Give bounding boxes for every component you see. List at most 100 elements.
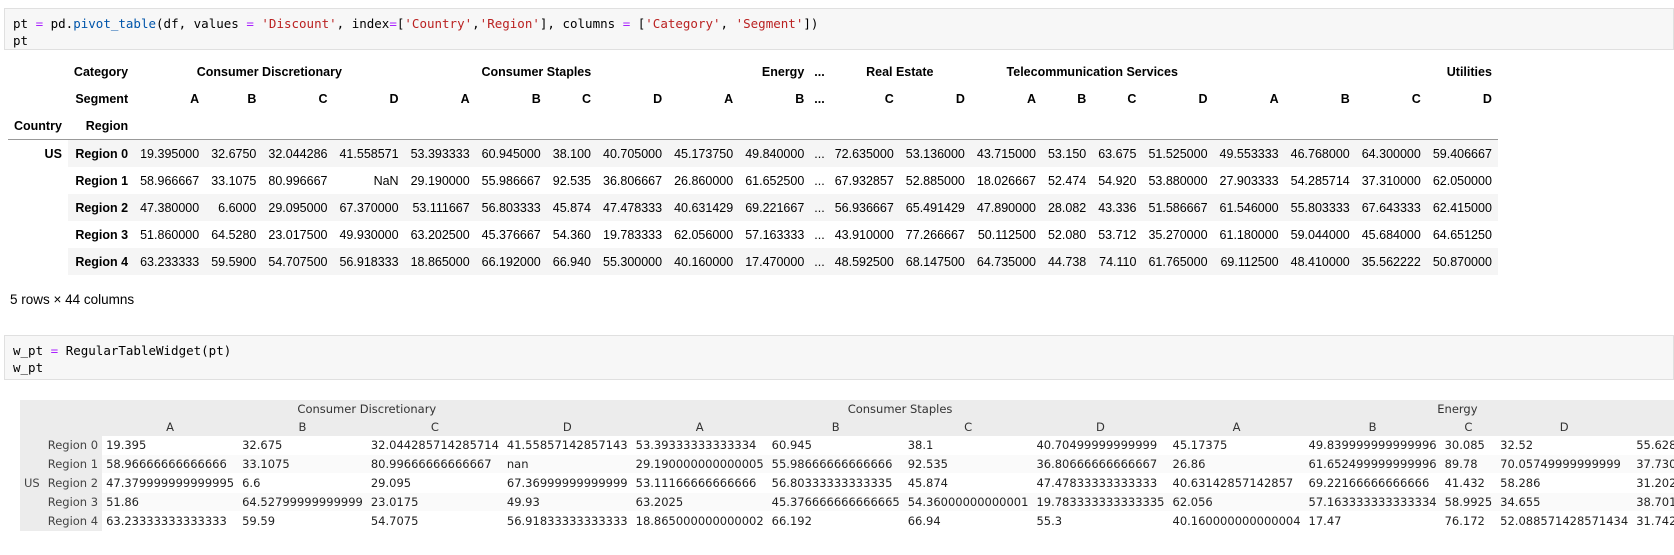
widget-cell[interactable]: 54.7075 bbox=[366, 511, 503, 531]
widget-segment-header[interactable]: C bbox=[903, 418, 1033, 436]
widget-cell[interactable]: 29.095 bbox=[366, 473, 503, 493]
widget-cell[interactable]: 58.96666666666666 bbox=[102, 454, 239, 474]
widget-cell[interactable]: 32.044285714285714 bbox=[366, 436, 503, 455]
widget-cell[interactable]: 58.286 bbox=[1496, 473, 1633, 493]
widget-cell[interactable]: 19.783333333333335 bbox=[1032, 492, 1169, 512]
widget-cell[interactable]: 37.730000000000 bbox=[1632, 454, 1674, 474]
widget-cell[interactable]: 62.056 bbox=[1168, 492, 1305, 512]
widget-segment-header[interactable]: D bbox=[1496, 418, 1633, 436]
widget-cell[interactable]: 17.47 bbox=[1304, 511, 1441, 531]
widget-cell[interactable]: 29.190000000000005 bbox=[631, 454, 768, 474]
widget-cell[interactable]: 38.70125 bbox=[1632, 492, 1674, 512]
widget-segment-header[interactable]: C bbox=[366, 418, 503, 436]
widget-cell[interactable]: 18.865000000000002 bbox=[631, 511, 768, 531]
widget-cell[interactable]: 51.86 bbox=[102, 492, 239, 512]
widget-cell[interactable]: 41.55857142857143 bbox=[502, 436, 632, 455]
table-cell: 37.310000 bbox=[1361, 173, 1421, 188]
widget-category-consumer-discretionary[interactable]: Consumer Discretionary bbox=[102, 400, 632, 418]
widget-cell[interactable]: 57.163333333333334 bbox=[1304, 492, 1441, 512]
widget-cell[interactable]: 53.11166666666666 bbox=[631, 473, 768, 493]
widget-cell[interactable]: 32.52 bbox=[1496, 436, 1633, 455]
widget-cell[interactable]: 40.63142857142857 bbox=[1168, 473, 1305, 493]
widget-cell[interactable]: 66.192 bbox=[767, 511, 904, 531]
widget-cell[interactable]: 47.47833333333333 bbox=[1032, 473, 1169, 493]
widget-cell[interactable]: 47.379999999999995 bbox=[102, 473, 239, 493]
segment-header: C bbox=[1127, 91, 1137, 106]
code-cell-widget[interactable]: w_pt = RegularTableWidget(pt) w_pt bbox=[4, 335, 1674, 380]
widget-segment-header[interactable]: D bbox=[1032, 418, 1169, 436]
widget-cell[interactable]: 60.945 bbox=[767, 436, 904, 455]
widget-region-cell[interactable]: Region 3 bbox=[43, 492, 103, 512]
widget-segment-header[interactable]: D bbox=[502, 418, 632, 436]
widget-cell[interactable]: 34.655 bbox=[1496, 492, 1633, 512]
widget-cell[interactable]: 19.395 bbox=[102, 436, 239, 455]
widget-segment-header[interactable]: C bbox=[1440, 418, 1497, 436]
widget-cell[interactable]: 6.6 bbox=[238, 473, 367, 493]
widget-cell[interactable]: 55.98666666666666 bbox=[767, 454, 904, 474]
widget-cell[interactable]: 56.80333333333335 bbox=[767, 473, 904, 493]
widget-cell[interactable]: 56.91833333333333 bbox=[502, 511, 632, 531]
widget-blank-header bbox=[43, 418, 103, 436]
widget-cell[interactable]: 45.376666666666665 bbox=[767, 492, 904, 512]
widget-cell[interactable]: 31.742 bbox=[1632, 511, 1674, 531]
widget-cell[interactable]: 64.52799999999999 bbox=[238, 492, 367, 512]
widget-cell[interactable]: 55.628750000000 bbox=[1632, 436, 1674, 455]
widget-cell[interactable]: 70.05749999999999 bbox=[1496, 454, 1633, 474]
regular-table-widget[interactable]: Consumer Discretionary Consumer Staples … bbox=[20, 400, 1674, 535]
table-cell: 63.202500 bbox=[410, 227, 470, 242]
widget-cell[interactable]: 33.1075 bbox=[238, 454, 367, 474]
widget-cell[interactable]: 52.088571428571434 bbox=[1496, 511, 1633, 531]
widget-category-energy[interactable]: Energy bbox=[1168, 400, 1674, 418]
widget-region-cell[interactable]: Region 1 bbox=[43, 454, 103, 474]
widget-cell[interactable]: 49.93 bbox=[502, 492, 632, 512]
widget-segment-header[interactable]: B bbox=[1304, 418, 1441, 436]
widget-segment-header[interactable]: A bbox=[1168, 418, 1305, 436]
widget-segment-header[interactable]: A bbox=[102, 418, 239, 436]
widget-cell[interactable]: 80.99666666666667 bbox=[366, 454, 503, 474]
table-cell: 57.163333 bbox=[745, 227, 805, 242]
widget-cell[interactable]: 61.652499999999996 bbox=[1304, 454, 1441, 474]
widget-cell[interactable]: 92.535 bbox=[903, 454, 1033, 474]
widget-cell[interactable]: nan bbox=[502, 454, 632, 474]
widget-region-cell[interactable]: Region 2 bbox=[43, 473, 103, 493]
widget-segment-header[interactable]: B bbox=[238, 418, 367, 436]
widget-cell[interactable]: 32.675 bbox=[238, 436, 367, 455]
widget-category-consumer-staples[interactable]: Consumer Staples bbox=[631, 400, 1169, 418]
widget-cell[interactable]: 23.0175 bbox=[366, 492, 503, 512]
widget-cell[interactable]: 38.1 bbox=[903, 436, 1033, 455]
widget-cell[interactable]: 26.86 bbox=[1168, 454, 1305, 474]
widget-region-cell[interactable]: Region 0 bbox=[43, 436, 103, 455]
widget-cell[interactable]: 31.202857142857 bbox=[1632, 473, 1674, 493]
pivot-table-body: US Region 0 19.395000 32.6750 32.044286 41.55… bbox=[8, 139, 1498, 275]
widget-cell[interactable]: 58.9925 bbox=[1440, 492, 1497, 512]
widget-segment-header[interactable]: A bbox=[631, 418, 768, 436]
widget-cell[interactable]: 40.160000000000004 bbox=[1168, 511, 1305, 531]
widget-region-cell[interactable]: Region 4 bbox=[43, 511, 103, 531]
widget-cell[interactable]: 63.2025 bbox=[631, 492, 768, 512]
table-cell: 64.651250 bbox=[1432, 227, 1492, 242]
widget-cell[interactable]: 40.70499999999999 bbox=[1032, 436, 1169, 455]
widget-cell[interactable]: 53.39333333333334 bbox=[631, 436, 768, 455]
widget-cell[interactable]: 69.22166666666666 bbox=[1304, 473, 1441, 493]
widget-cell[interactable]: 54.36000000000001 bbox=[903, 492, 1033, 512]
widget-cell[interactable]: 89.78 bbox=[1440, 454, 1497, 474]
code-line-1: pt = pd.pivot_table(df, values = 'Discou… bbox=[13, 16, 819, 31]
widget-cell[interactable]: 63.23333333333333 bbox=[102, 511, 239, 531]
widget-cell[interactable]: 55.3 bbox=[1032, 511, 1169, 531]
widget-cell[interactable]: 45.17375 bbox=[1168, 436, 1305, 455]
widget-cell[interactable]: 59.59 bbox=[238, 511, 367, 531]
widget-cell[interactable]: 36.80666666666667 bbox=[1032, 454, 1169, 474]
widget-cell[interactable]: 76.172 bbox=[1440, 511, 1497, 531]
widget-country-cell[interactable]: US bbox=[20, 436, 44, 531]
widget-segment-header[interactable]: B bbox=[767, 418, 904, 436]
code-line-2: w_pt bbox=[13, 360, 44, 375]
widget-cell[interactable]: 66.94 bbox=[903, 511, 1033, 531]
table-cell: 53.712 bbox=[1098, 227, 1137, 242]
widget-cell[interactable]: 30.085 bbox=[1440, 436, 1497, 455]
widget-cell[interactable]: 45.874 bbox=[903, 473, 1033, 493]
widget-segment-header[interactable]: A bbox=[1632, 418, 1674, 436]
widget-cell[interactable]: 67.36999999999999 bbox=[502, 473, 632, 493]
widget-cell[interactable]: 41.432 bbox=[1440, 473, 1497, 493]
widget-cell[interactable]: 49.839999999999996 bbox=[1304, 436, 1441, 455]
code-cell-pivot[interactable]: pt = pd.pivot_table(df, values = 'Discou… bbox=[4, 8, 1674, 50]
